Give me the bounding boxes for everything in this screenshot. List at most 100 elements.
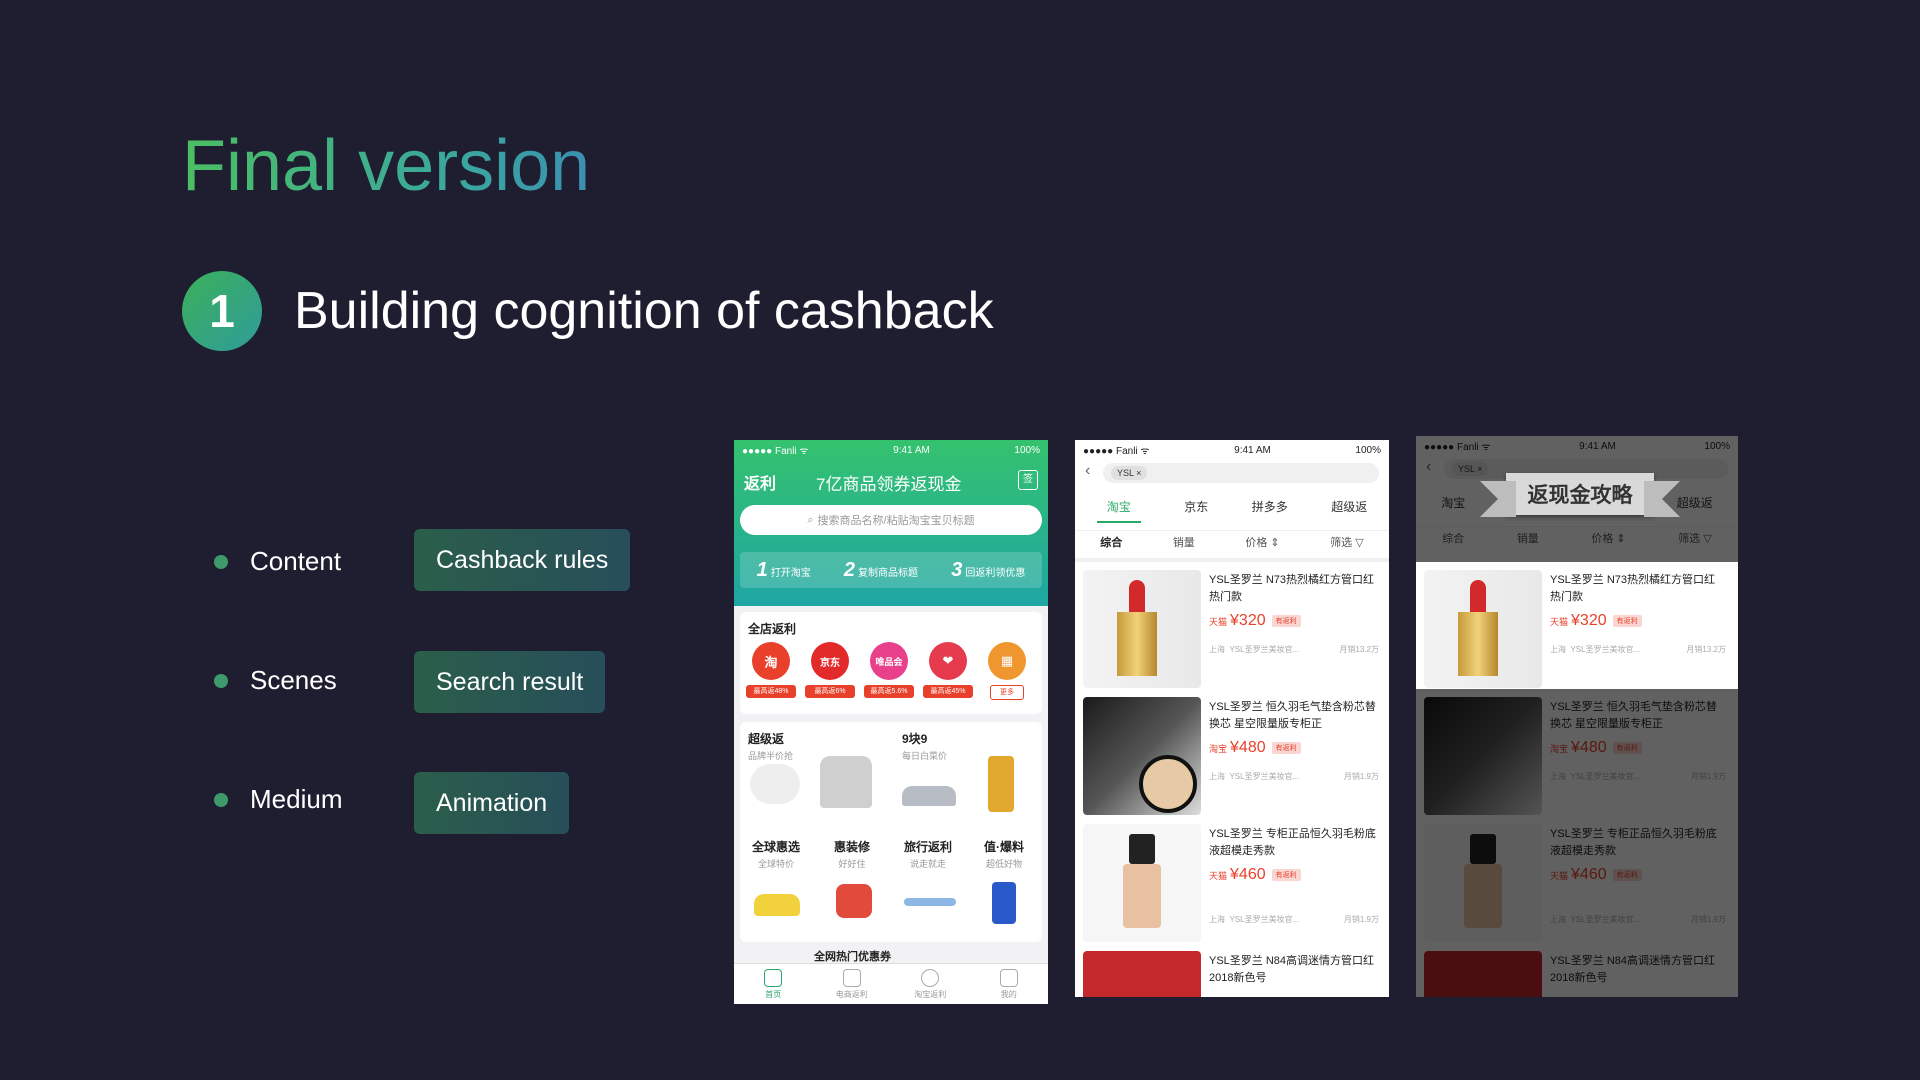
category-deals[interactable]: 值·爆料 超低好物 xyxy=(976,838,1032,870)
search-input[interactable]: ⌕ 搜索商品名称/粘贴淘宝宝贝标题 xyxy=(740,505,1042,535)
battery-label: 100% xyxy=(1014,444,1040,456)
lipstick-image xyxy=(1083,570,1201,688)
product-meta: 上海 YSL圣罗兰美妆官... 月销13.2万 xyxy=(1550,645,1726,654)
pill-cashback-rules: Cashback rules xyxy=(414,529,631,591)
back-icon[interactable]: ‹ xyxy=(1085,462,1090,480)
category-decor[interactable]: 惠装修 好好住 xyxy=(824,838,880,870)
cashback-steps: 1 打开淘宝 2 复制商品标题 3 回返利领优惠 xyxy=(740,552,1042,588)
tab-ecommerce[interactable]: 电商返利 xyxy=(822,968,882,1000)
rebate-badge: 有返利 xyxy=(1271,614,1301,627)
user-icon xyxy=(999,968,1018,987)
carrier-label: ●●●●● Fanli ᯤ xyxy=(1083,446,1150,457)
product-item[interactable]: YSL圣罗兰 N73热烈橘红方管口红 热门款 天猫 ¥320 有返利 上海 YSL圣… xyxy=(1075,562,1389,690)
product-title: YSL圣罗兰 N73热烈橘红方管口红 热门款 xyxy=(1550,574,1716,603)
product-title: YSL圣罗兰 恒久羽毛气垫含粉芯替换芯 星空限量版专柜正 xyxy=(1209,701,1376,730)
bullet-label: Scenes xyxy=(250,665,337,695)
tab-taobao[interactable]: 淘宝 xyxy=(1096,498,1141,523)
sort-sales[interactable]: 销量 xyxy=(1173,534,1195,550)
product-meta: 上海 YSL圣罗兰美妆官... 月销13.2万 xyxy=(1209,645,1379,654)
store-vip[interactable]: 唯品会 最高返5.6% xyxy=(864,642,914,698)
time-label: 9:41 AM xyxy=(893,444,930,456)
rebate-badge: 有返利 xyxy=(1271,868,1301,881)
store-rebate-card: 全店返利 淘 最高返48% 京东 最高返6% 唯品会 最高返5.6% ❤ 最高返… xyxy=(740,612,1042,714)
search-input[interactable]: YSL × xyxy=(1103,463,1379,483)
bullet-dot xyxy=(214,792,228,807)
store-tag: 最高返5.6% xyxy=(864,685,914,698)
cashback-guide-ribbon: 返现金攻略 xyxy=(1480,473,1680,517)
cream-jar-image xyxy=(750,764,800,804)
sort-price[interactable]: 价格 ⇕ xyxy=(1245,534,1279,550)
highlighted-product-item[interactable]: YSL圣罗兰 N73热烈橘红方管口红 热门款 天猫 ¥320 有返利 上海 YSL圣… xyxy=(1416,562,1738,690)
serum-bottle-image xyxy=(988,756,1014,812)
filter-button[interactable]: 筛选 ▽ xyxy=(1330,534,1364,550)
vip-icon: 唯品会 xyxy=(870,642,908,680)
tab-jd[interactable]: 京东 xyxy=(1184,498,1208,523)
bottom-tab-bar: 首页 电商返利 淘宝返利 我的 xyxy=(734,963,1048,1004)
phone-search-results: ●●●●● Fanli ᯤ 9:41 AM 100% ‹ YSL × 淘宝 京东… xyxy=(1075,440,1389,997)
category-travel[interactable]: 旅行返利 说走就走 xyxy=(900,838,956,870)
product-price: 淘宝¥480有返利 xyxy=(1209,739,1301,757)
pill-animation: Animation xyxy=(414,772,570,834)
status-bar: ●●●●● Fanli ᯤ 9:41 AM 100% xyxy=(1075,440,1389,460)
step-number-badge: 1 xyxy=(182,271,262,351)
foundation-image xyxy=(1083,824,1201,942)
jd-icon: 京东 xyxy=(811,642,849,680)
app-logo: 返利 xyxy=(744,476,777,493)
status-bar: ●●●●● Fanli ᯤ 9:41 AM 100% xyxy=(734,440,1048,460)
search-icon: ⌕ xyxy=(807,513,814,526)
store-tag: 最高返6% xyxy=(805,685,855,698)
product-price: 天猫¥460有返利 xyxy=(1209,866,1301,884)
store-tag: 更多 xyxy=(990,685,1024,700)
product-price: 天猫 ¥320 有返利 xyxy=(1209,612,1301,630)
tab-pinduoduo[interactable]: 拼多多 xyxy=(1252,498,1288,523)
page-title: Final version xyxy=(182,122,590,210)
bullet-medium: Medium xyxy=(214,784,342,815)
step-item: 3 回返利领优惠 xyxy=(951,558,1026,581)
store-jd[interactable]: 京东 最高返6% xyxy=(805,642,855,698)
taobao-icon: 淘 xyxy=(752,642,790,680)
category-card: 超级返 品牌半价抢 9块9 每日白菜价 全球惠选 全球特价 惠装修 好好住 旅行返利 说走… xyxy=(740,722,1042,942)
sneaker-image xyxy=(902,786,956,806)
store-more[interactable]: ▦ 更多 xyxy=(988,642,1026,700)
rebate-badge: 有返利 xyxy=(1612,614,1642,627)
tab-super-rebate[interactable]: 超级返 xyxy=(1331,498,1367,523)
tab-home[interactable]: 首页 xyxy=(743,968,803,1000)
hoodie-image xyxy=(820,756,872,808)
category-9-9[interactable]: 9块9 每日白菜价 xyxy=(902,730,947,762)
category-super-rebate[interactable]: 超级返 品牌半价抢 xyxy=(748,730,793,762)
taobao-tab-icon xyxy=(921,968,940,987)
bullet-dot xyxy=(214,554,228,569)
tab-me[interactable]: 我的 xyxy=(979,968,1039,1000)
tab-taobao[interactable]: 淘宝返利 xyxy=(900,968,960,1000)
step-item: 1 打开淘宝 xyxy=(756,558,811,581)
product-item[interactable]: YSL圣罗兰 N84高调迷情方管口红 2018新色号 xyxy=(1075,943,1389,997)
store-tag: 最高返48% xyxy=(746,685,796,698)
grid-icon: ▦ xyxy=(988,642,1026,680)
rebate-badge: 有返利 xyxy=(1271,741,1301,754)
store-heart[interactable]: ❤ 最高返45% xyxy=(923,642,973,698)
sort-default[interactable]: 综合 xyxy=(1100,534,1122,550)
phone-cashback-guide: ●●●●● Fanli ᯤ 9:41 AM 100% ‹ YSL × 淘宝 京东… xyxy=(1416,436,1738,997)
carrier-label: ●●●●● Fanli ᯤ xyxy=(742,446,809,457)
home-header: ●●●●● Fanli ᯤ 9:41 AM 100% 返利 7亿商品领券返现金 … xyxy=(734,440,1048,606)
product-title: YSL圣罗兰 N84高调迷情方管口红 2018新色号 xyxy=(1209,955,1375,984)
product-item[interactable]: YSL圣罗兰 专柜正品恒久羽毛粉底液超模走秀款 天猫¥460有返利 上海 YSL… xyxy=(1075,816,1389,944)
channel-tabs: 淘宝 京东 拼多多 超级返 xyxy=(1075,498,1389,523)
product-title: YSL圣罗兰 专柜正品恒久羽毛粉底液超模走秀款 xyxy=(1209,828,1376,857)
category-global[interactable]: 全球惠选 全球特价 xyxy=(748,838,804,870)
phone-image xyxy=(992,882,1016,924)
product-item[interactable]: YSL圣罗兰 恒久羽毛气垫含粉芯替换芯 星空限量版专柜正 淘宝¥480有返利 上… xyxy=(1075,689,1389,817)
cushion-image xyxy=(1083,697,1201,815)
step-item: 2 复制商品标题 xyxy=(843,558,919,581)
product-title: YSL圣罗兰 N73热烈橘红方管口红 热门款 xyxy=(1209,574,1375,603)
search-chip[interactable]: YSL × xyxy=(1111,466,1148,480)
lipstick-red-image xyxy=(1083,951,1201,997)
yellow-shoe-image xyxy=(754,894,800,916)
dim-overlay-bottom xyxy=(1416,689,1738,997)
store-taobao[interactable]: 淘 最高返48% xyxy=(746,642,796,698)
sign-in-icon[interactable]: 签 xyxy=(1018,470,1038,490)
lipstick-image xyxy=(1424,570,1542,688)
sort-bar: 综合 销量 价格 ⇕ 筛选 ▽ xyxy=(1075,530,1389,553)
bullet-scenes: Scenes xyxy=(214,665,337,696)
heart-icon: ❤ xyxy=(929,642,967,680)
